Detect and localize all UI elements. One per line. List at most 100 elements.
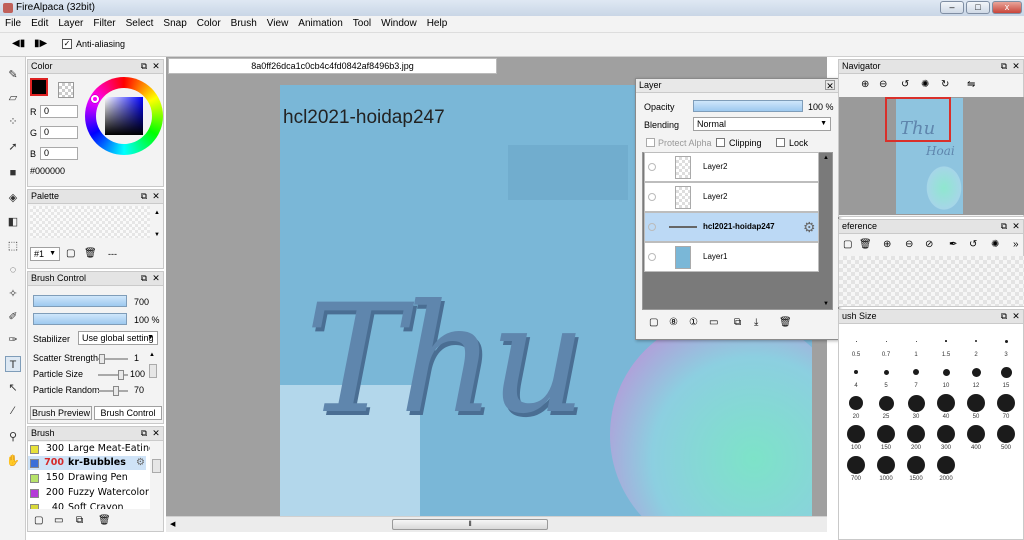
scrollbar-thumb[interactable] — [149, 364, 157, 378]
fill-rect-tool-icon[interactable]: ■ — [5, 165, 21, 181]
select-pen-tool-icon[interactable]: ✐ — [5, 309, 21, 325]
menu-layer[interactable]: Layer — [53, 16, 88, 31]
layer-item[interactable]: Layer2 — [644, 152, 819, 182]
gear-icon[interactable]: ⚙ — [803, 219, 816, 236]
palette-swatches[interactable] — [30, 206, 150, 238]
layer-item[interactable]: Layer2 — [644, 182, 819, 212]
merge-down-icon[interactable]: ⤓ — [754, 317, 758, 328]
brush-item[interactable]: 150 Drawing Pen — [28, 471, 146, 485]
horizontal-scrollbar[interactable]: ◀ ⦀ — [166, 516, 827, 532]
scroll-down-icon[interactable]: ▼ — [154, 232, 160, 238]
close-icon[interactable]: ✕ — [151, 191, 161, 201]
magic-wand-tool-icon[interactable]: ✧ — [5, 286, 21, 302]
rotate-left-icon[interactable]: ↺ — [969, 239, 977, 250]
float-icon[interactable]: ⧉ — [999, 61, 1009, 71]
divide-tool-icon[interactable]: ⁄ — [5, 403, 21, 419]
delete-layer-icon[interactable]: 🗑 — [779, 317, 792, 328]
layer-item-selected[interactable]: hcl2021-hoidap247 ⚙ — [644, 212, 819, 242]
float-icon[interactable]: ⧉ — [999, 311, 1009, 321]
brush-size-option[interactable] — [997, 425, 1015, 443]
more-icon[interactable]: » — [1013, 239, 1019, 250]
menu-file[interactable]: File — [0, 16, 26, 31]
visibility-icon[interactable] — [648, 223, 656, 231]
zoom-out-icon[interactable]: ⊖ — [879, 79, 887, 90]
close-icon[interactable]: ✕ — [1011, 311, 1021, 321]
minimize-button[interactable]: – — [940, 1, 964, 14]
new-layer-icon[interactable]: ▢ — [649, 317, 658, 328]
brush-size-option[interactable] — [907, 425, 925, 443]
scroll-down-icon[interactable]: ▼ — [823, 301, 829, 307]
lock-checkbox[interactable] — [776, 138, 785, 147]
brush-size-option[interactable] — [883, 369, 889, 375]
float-icon[interactable]: ⧉ — [139, 273, 149, 283]
tab-brush-preview[interactable]: Brush Preview — [30, 406, 92, 420]
brush-item[interactable]: 300 Large Meat-Eating I — [28, 442, 150, 456]
select-eraser-tool-icon[interactable]: ✑ — [5, 332, 21, 348]
delete-icon[interactable]: 🗑 — [98, 515, 111, 526]
menu-snap[interactable]: Snap — [158, 16, 191, 31]
brush-size-option[interactable] — [855, 340, 857, 342]
brush-size-option[interactable] — [967, 425, 985, 443]
scroll-up-icon[interactable]: ▲ — [823, 155, 829, 161]
close-button[interactable]: x — [992, 1, 1022, 14]
dot-tool-icon[interactable]: ⁘ — [5, 114, 21, 130]
move-tool-icon[interactable]: ➚ — [5, 139, 21, 155]
menu-animation[interactable]: Animation — [293, 16, 347, 31]
document-tab[interactable]: 8a0ff26dca1c0cb4c4fd0842af8496b3.jpg — [168, 58, 497, 74]
operation-tool-icon[interactable]: ↖ — [5, 380, 21, 396]
close-icon[interactable]: ✕ — [151, 428, 161, 438]
eyedropper-icon[interactable]: ✒ — [949, 239, 957, 250]
navigator-viewport[interactable]: Thu Hoai — [839, 97, 1024, 215]
menu-view[interactable]: View — [262, 16, 294, 31]
reset-rotation-icon[interactable]: ✺ — [991, 239, 999, 250]
eyedropper-tool-icon[interactable]: ⚲ — [5, 429, 21, 445]
scroll-up-icon[interactable]: ▲ — [149, 352, 155, 358]
next-frame-icon[interactable]: ▮▶ — [34, 38, 47, 49]
g-input[interactable]: 0 — [40, 126, 78, 139]
brush-size-bar[interactable] — [33, 295, 127, 307]
brush-opacity-bar[interactable] — [33, 313, 127, 325]
menu-window[interactable]: Window — [376, 16, 422, 31]
secondary-color-swatch[interactable] — [58, 82, 74, 98]
brush-size-option[interactable] — [878, 395, 894, 411]
gear-icon[interactable]: ⚙ — [136, 456, 145, 470]
particle-size-slider[interactable] — [98, 370, 128, 380]
close-icon[interactable]: ✕ — [151, 61, 161, 71]
blending-select[interactable]: Normal ▼ — [693, 117, 831, 131]
brush-size-option[interactable] — [877, 456, 895, 474]
brush-item-selected[interactable]: 700 kr-Bubbles ⚙ — [28, 456, 146, 470]
reset-rotation-icon[interactable]: ✺ — [921, 79, 929, 90]
layer-opacity-bar[interactable] — [693, 100, 803, 112]
menu-brush[interactable]: Brush — [226, 16, 262, 31]
brush-size-option[interactable] — [847, 456, 865, 474]
brush-size-option[interactable] — [997, 394, 1015, 412]
brush-size-option[interactable] — [971, 367, 981, 377]
pen-tool-icon[interactable]: ✎ — [5, 67, 21, 83]
brush-size-option[interactable] — [877, 425, 895, 443]
open-reference-icon[interactable]: ▢ — [843, 239, 852, 250]
scroll-left-icon[interactable]: ◀ — [170, 520, 175, 528]
scatter-slider[interactable] — [98, 354, 128, 364]
antialias-checkbox[interactable]: ✓ — [62, 39, 72, 49]
float-icon[interactable]: ⧉ — [139, 191, 149, 201]
menu-tool[interactable]: Tool — [348, 16, 376, 31]
stabilizer-select[interactable]: Use global setting ▼ — [78, 331, 158, 345]
layer-item[interactable]: Layer1 — [644, 242, 819, 272]
bucket-tool-icon[interactable]: ◈ — [5, 190, 21, 206]
scroll-up-icon[interactable]: ▲ — [154, 210, 160, 216]
reference-canvas[interactable] — [839, 256, 1024, 306]
brush-size-option[interactable] — [945, 340, 947, 342]
folder-icon[interactable]: ▭ — [709, 317, 718, 328]
brush-size-option[interactable] — [1004, 339, 1008, 343]
menu-filter[interactable]: Filter — [88, 16, 120, 31]
eraser-tool-icon[interactable]: ▱ — [5, 90, 21, 106]
brush-size-option[interactable] — [937, 456, 955, 474]
navigator-view-rect[interactable] — [885, 97, 951, 142]
brush-size-option[interactable] — [915, 340, 917, 342]
b-input[interactable]: 0 — [40, 147, 78, 160]
brush-size-option[interactable] — [847, 425, 865, 443]
delete-palette-icon[interactable]: 🗑 — [84, 248, 97, 259]
menu-edit[interactable]: Edit — [26, 16, 53, 31]
zoom-in-icon[interactable]: ⊕ — [861, 79, 869, 90]
close-icon[interactable]: ✕ — [825, 80, 835, 91]
